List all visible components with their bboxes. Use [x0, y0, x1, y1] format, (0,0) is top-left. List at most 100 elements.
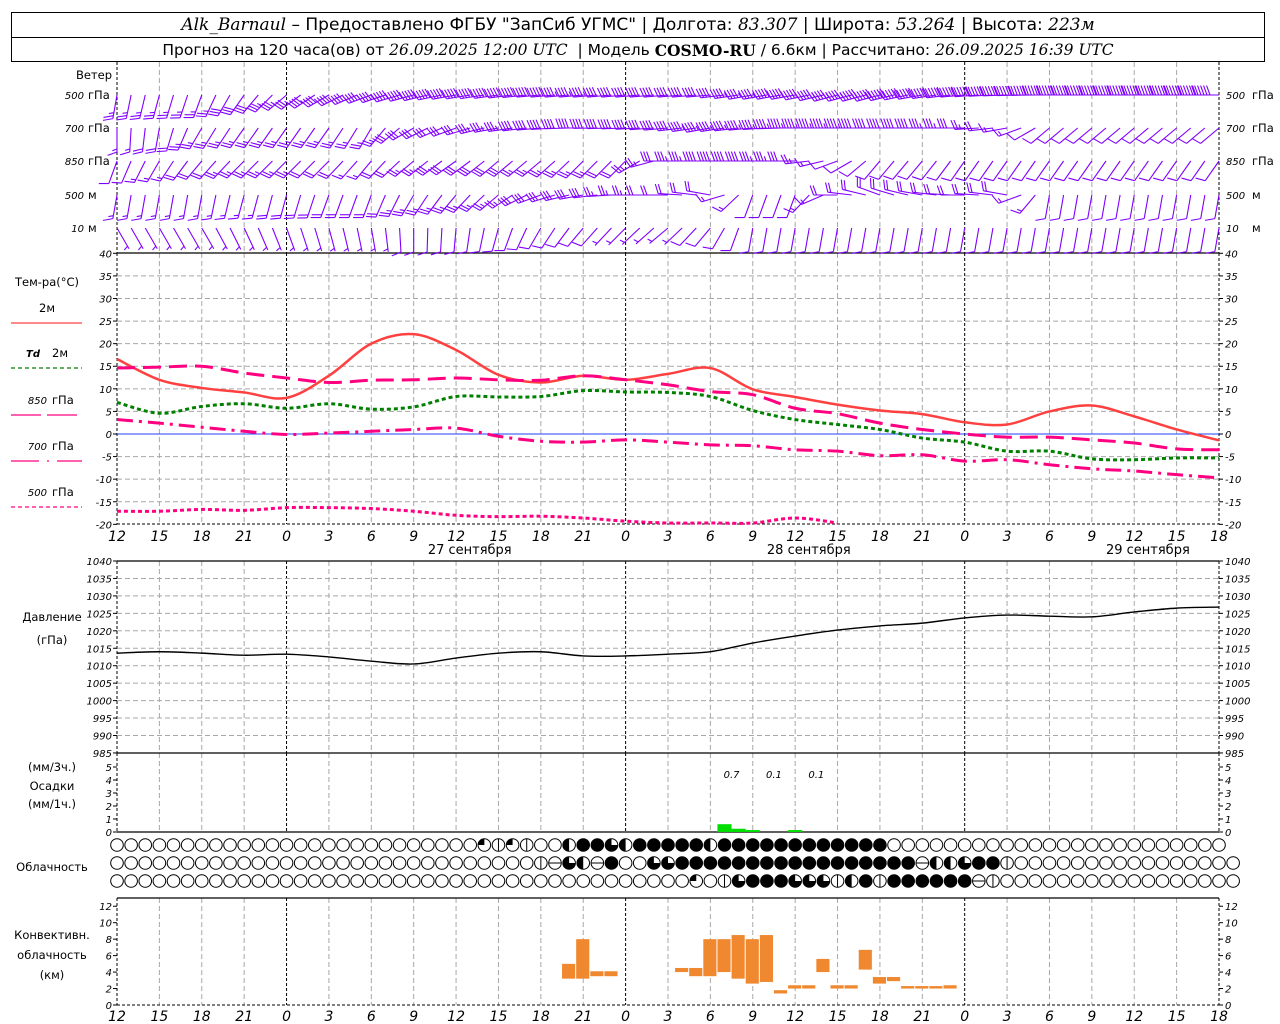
hour-label-bottom: 9	[748, 1009, 757, 1024]
wind-barb-feather	[684, 180, 688, 191]
wind-barb-shaft	[790, 227, 796, 252]
wind-barb-shaft	[959, 227, 966, 252]
wind-barb-feather	[208, 113, 219, 117]
wind-barb	[1204, 227, 1220, 254]
legend-label: гПа	[52, 393, 74, 407]
wind-barb-shaft	[112, 94, 118, 119]
cloud-symbol	[251, 838, 266, 852]
cloud-symbol	[830, 838, 845, 852]
wind-barb-feather	[909, 182, 914, 193]
cloud-circle	[364, 874, 379, 888]
cloud-circle	[1226, 856, 1240, 870]
cloud-circle	[519, 856, 534, 870]
wind-barb-feather	[880, 118, 885, 129]
cloud-circle	[901, 838, 915, 852]
cloud-circle	[1042, 874, 1057, 888]
cloud-symbol	[421, 874, 435, 888]
cloud-circle	[1000, 874, 1014, 888]
wind-barb-feather	[857, 118, 863, 129]
cloud-symbol	[774, 838, 788, 852]
wind-barb-feather	[163, 176, 174, 181]
wind-barb-feather	[1084, 85, 1089, 96]
cloud-circle	[1056, 838, 1071, 852]
wind-barb-shaft	[1157, 227, 1164, 252]
cloud-symbol	[788, 838, 802, 852]
convective-title-2: облачность	[17, 948, 87, 962]
wind-barb-shaft	[978, 160, 994, 181]
wind-barb-shaft	[265, 194, 273, 219]
wind-barb-feather	[838, 170, 848, 177]
wind-barb	[215, 227, 228, 251]
temperature-tick-label-right: 5	[1225, 407, 1231, 418]
wind-barb-shaft	[974, 227, 980, 252]
cloud-symbol	[986, 874, 1000, 888]
wind-barb-shaft	[279, 194, 288, 219]
wind-barb-shaft	[130, 227, 144, 250]
wind-barb-half-feather	[738, 124, 742, 130]
wind-barb-feather	[939, 118, 945, 129]
wind-barb-shaft	[618, 160, 641, 174]
hour-label-bottom: 12	[1125, 1009, 1143, 1024]
wind-barb	[331, 160, 358, 180]
wind-barb	[482, 227, 499, 253]
wind-level-unit-right: м	[1252, 221, 1261, 235]
wind-barb-feather	[1010, 209, 1021, 214]
wind-barb-feather	[801, 118, 806, 129]
wind-barb-feather	[187, 218, 198, 221]
wind-barb	[116, 227, 130, 251]
wind-barb-half-feather	[156, 176, 163, 180]
hour-label: 9	[748, 529, 757, 545]
wind-barb-shaft	[158, 227, 172, 250]
cloud-fill	[619, 838, 626, 852]
wind-barb-feather	[977, 123, 984, 133]
cloud-symbol	[336, 838, 350, 852]
cloud-symbol	[392, 874, 407, 888]
wind-barb	[227, 194, 245, 220]
wind-barb-feather	[1157, 85, 1163, 96]
wind-barb	[1077, 194, 1093, 221]
wind-barb-feather	[156, 150, 167, 153]
cloud-symbol	[265, 874, 280, 888]
wind-barb-feather	[320, 145, 330, 149]
wind-barb-feather	[224, 106, 234, 111]
wind-barb-half-feather	[997, 197, 1002, 203]
wind-barb	[1162, 194, 1178, 221]
wind-barb-shaft	[1129, 194, 1135, 219]
wind-barb-feather	[872, 118, 877, 129]
cloud-circle	[957, 838, 972, 852]
convective-title-1: Конвективн.	[14, 928, 90, 942]
wind-barb-feather	[103, 115, 114, 118]
wind-barb	[837, 227, 853, 254]
wind-barb-shaft	[182, 194, 189, 219]
wind-barb	[969, 160, 994, 182]
cloud-circle	[166, 874, 181, 888]
cloud-symbol	[519, 874, 534, 888]
wind-barb-shaft	[193, 94, 203, 118]
wind-barb	[1105, 227, 1121, 254]
wind-barb-half-feather	[194, 245, 199, 251]
cloud-symbol	[901, 838, 915, 852]
wind-barb-feather	[336, 143, 347, 147]
wind-barb-half-feather	[809, 123, 812, 129]
temperature-tick-label-left: -10	[96, 475, 112, 486]
wind-barb-half-feather	[122, 112, 128, 114]
cloud-circle	[392, 874, 407, 888]
wind-barb	[1195, 160, 1220, 182]
precip-tick-label-right: 2	[1225, 802, 1231, 813]
wind-barb-half-feather	[664, 156, 668, 162]
wind-barb-feather	[248, 144, 259, 149]
wind-barb-shaft	[1049, 160, 1065, 181]
cloud-circle	[449, 838, 463, 852]
hour-label: 18	[871, 529, 889, 545]
convective-bar	[731, 935, 745, 979]
wind-barb	[1049, 194, 1065, 221]
cloud-circle	[1042, 838, 1057, 852]
wind-barb	[342, 227, 350, 252]
wind-barb-feather	[119, 151, 130, 156]
cloud-symbol	[1127, 856, 1142, 870]
hour-label: 3	[324, 529, 333, 545]
cloud-symbol	[152, 856, 167, 870]
cloud-circle	[618, 874, 633, 888]
cloud-circle	[1198, 874, 1212, 888]
wind-barb-half-feather	[466, 204, 472, 208]
